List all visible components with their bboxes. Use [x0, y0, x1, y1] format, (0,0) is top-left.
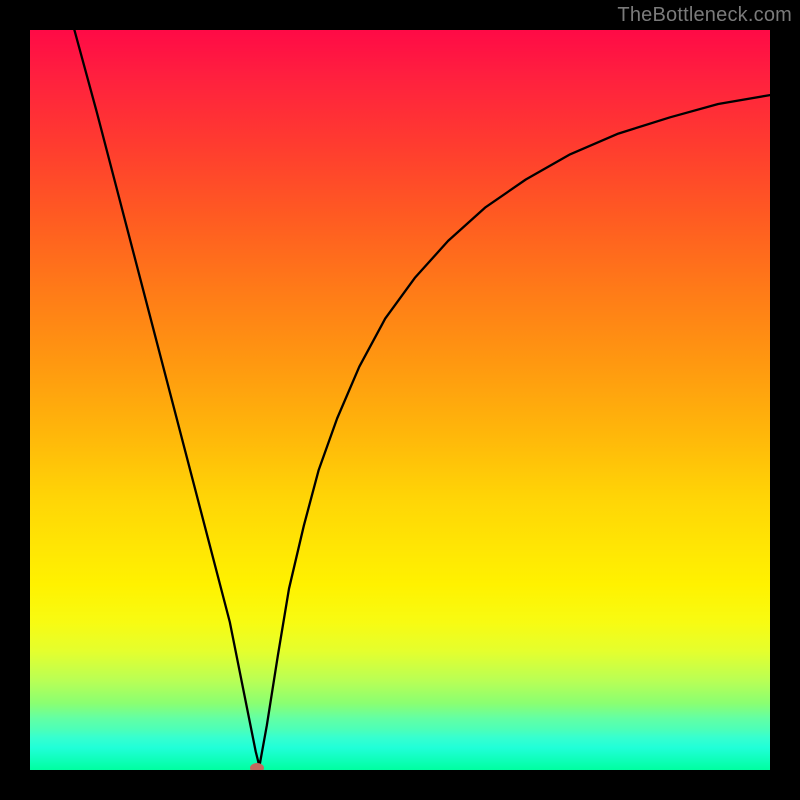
plot-area: [30, 30, 770, 770]
chart-frame: TheBottleneck.com: [0, 0, 800, 800]
min-point-marker: [250, 763, 264, 770]
watermark-text: TheBottleneck.com: [617, 4, 792, 27]
curve-layer: [30, 30, 770, 770]
bottleneck-curve: [74, 30, 770, 766]
